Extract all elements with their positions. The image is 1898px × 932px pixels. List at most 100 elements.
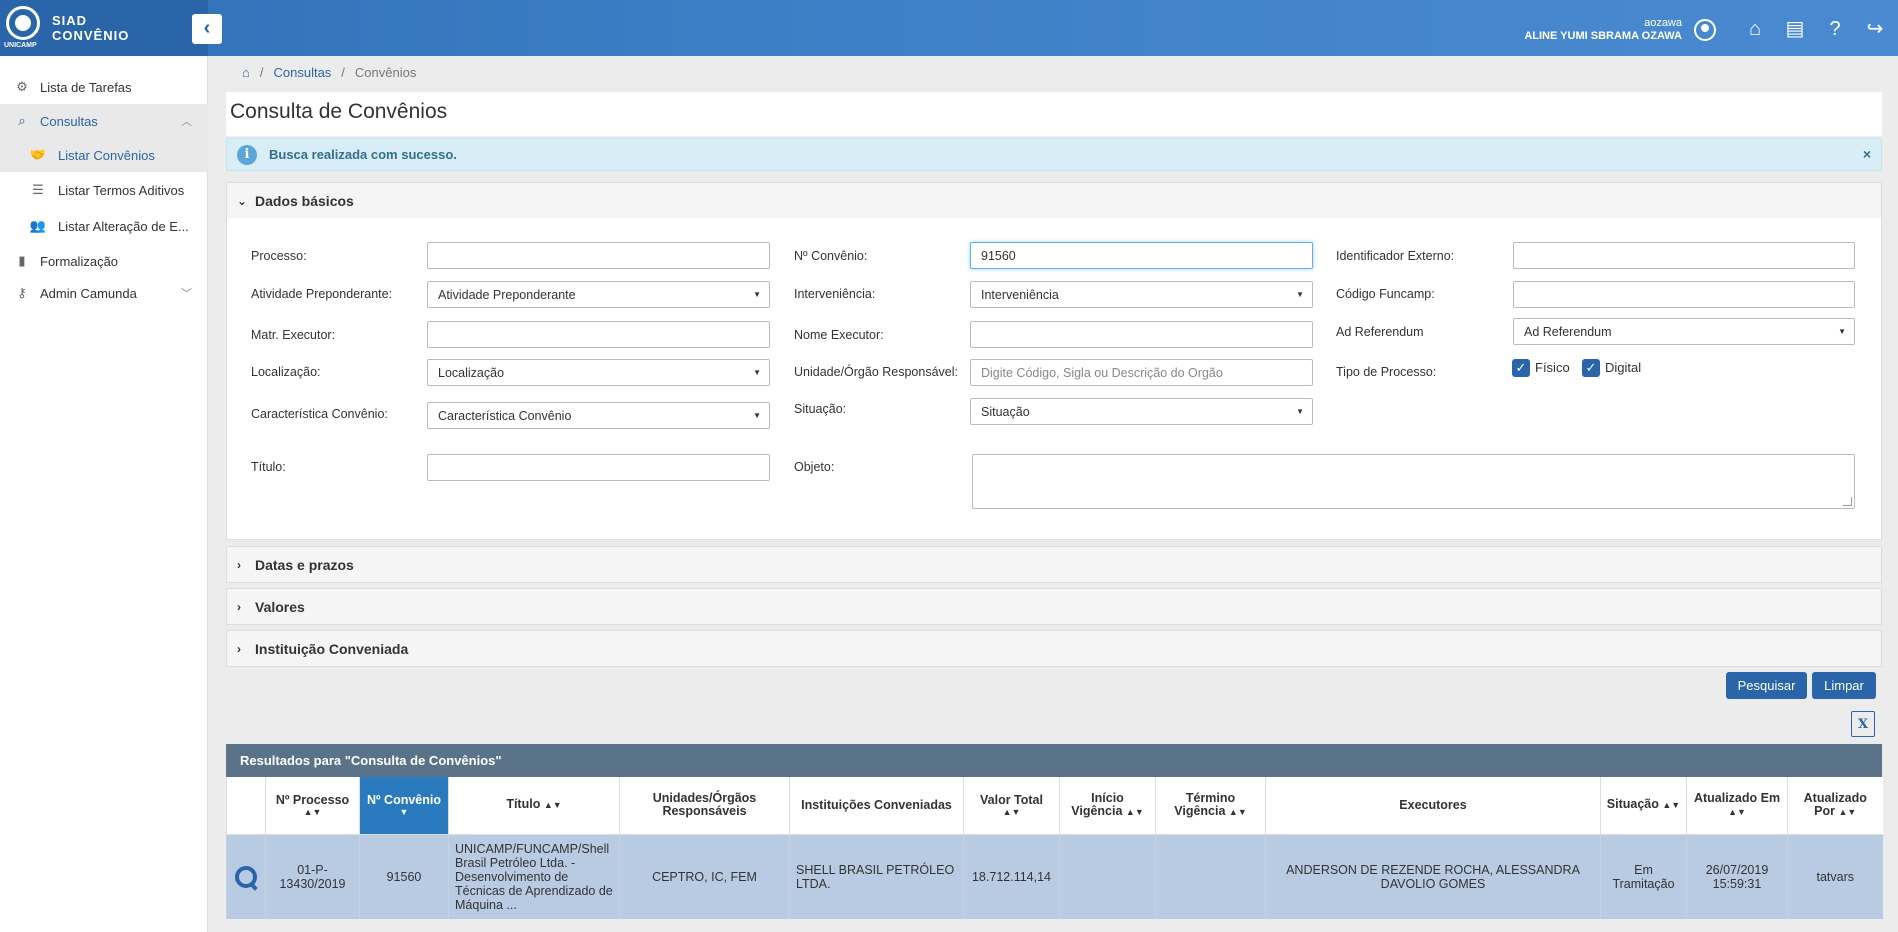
panel-header-dados-basicos[interactable]: ⌄ Dados básicos: [227, 183, 1881, 218]
sort-icon: ▲▼: [1662, 800, 1681, 811]
sidebar-item-label: Formalização: [40, 253, 119, 269]
home-icon[interactable]: ⌂: [1742, 18, 1768, 40]
sidebar-item-consultas[interactable]: ⌕ Consultas ︿: [0, 104, 208, 138]
panel-title: Datas e prazos: [255, 556, 354, 573]
sidebar-item-listar-convenios[interactable]: 🤝 Listar Convênios: [0, 138, 208, 172]
search-icon[interactable]: [233, 864, 259, 890]
panel-valores[interactable]: › Valores: [226, 588, 1882, 625]
sidebar: ⚙ Lista de Tarefas ⌕ Consultas ︿ 🤝 Lista…: [0, 56, 208, 932]
label-ad-referendum: Ad Referendum: [1336, 325, 1424, 339]
header-situacao[interactable]: Situação ▲▼: [1600, 777, 1687, 835]
close-icon[interactable]: ×: [1863, 146, 1871, 162]
header-titulo[interactable]: Título ▲▼: [448, 777, 620, 835]
breadcrumb-consultas[interactable]: Consultas: [273, 65, 331, 80]
chevron-right-icon: ›: [237, 641, 241, 656]
cell-instituicoes: SHELL BRASIL PETRÓLEO LTDA.: [789, 834, 964, 919]
book-icon: ▮: [18, 253, 26, 268]
limpar-button[interactable]: Limpar: [1812, 672, 1876, 699]
cell-valor: 18.712.114,14: [963, 834, 1060, 919]
brand-small: UNICAMP: [4, 42, 37, 49]
sort-icon: ▲▼: [303, 806, 322, 817]
header-processo[interactable]: Nº Processo ▲▼: [265, 777, 360, 835]
search-icon: ⌕: [18, 113, 26, 128]
brand-title: SIAD CONVÊNIO: [52, 13, 129, 43]
label-matr-executor: Matr. Executor:: [251, 328, 336, 342]
matr-executor-input[interactable]: [427, 321, 770, 348]
header-inicio[interactable]: Início Vigência ▲▼: [1059, 777, 1156, 835]
header-valor[interactable]: Valor Total ▲▼: [963, 777, 1060, 835]
header-termino[interactable]: Término Vigência ▲▼: [1155, 777, 1266, 835]
home-icon[interactable]: ⌂: [242, 65, 250, 80]
user-info: aozawa ALINE YUMI SBRAMA OZAWA: [1524, 17, 1682, 43]
processo-input[interactable]: [427, 242, 770, 269]
sidebar-item-label: Lista de Tarefas: [40, 79, 132, 95]
header-convenio[interactable]: Nº Convênio ▼: [359, 777, 449, 835]
identificador-externo-input[interactable]: [1513, 242, 1855, 269]
panel-title: Dados básicos: [255, 192, 354, 209]
sidebar-item-lista-tarefas[interactable]: ⚙ Lista de Tarefas: [0, 70, 208, 104]
header-unidades: Unidades/Órgãos Responsáveis: [619, 777, 790, 835]
chevron-right-icon: ›: [237, 557, 241, 572]
titulo-input[interactable]: [427, 454, 770, 481]
label-caracteristica: Característica Convênio:: [251, 407, 388, 421]
cell-unidades: CEPTRO, IC, FEM: [619, 834, 790, 919]
localizacao-select[interactable]: Localização: [427, 359, 770, 386]
situacao-select[interactable]: Situação: [970, 398, 1313, 425]
excel-export-icon[interactable]: X: [1851, 711, 1875, 737]
sidebar-item-admin-camunda[interactable]: ⚷ Admin Camunda ﹀: [0, 276, 208, 310]
digital-checkbox[interactable]: ✓: [1582, 359, 1600, 377]
user-profile-icon[interactable]: [1694, 19, 1716, 41]
panel-header-instituicao[interactable]: › Instituição Conveniada: [227, 631, 1881, 666]
pesquisar-button[interactable]: Pesquisar: [1726, 672, 1807, 699]
help-icon[interactable]: ?: [1822, 18, 1848, 40]
page-title-bar: Consulta de Convênios: [226, 92, 1882, 136]
panel-header-valores[interactable]: › Valores: [227, 589, 1881, 624]
cell-processo: 01-P-13430/2019: [265, 834, 360, 919]
table-row[interactable]: 01-P-13430/2019 91560 UNICAMP/FUNCAMP/Sh…: [226, 834, 1883, 919]
cell-atualizado-por: tatvars: [1787, 834, 1883, 919]
success-alert: i Busca realizada com sucesso. ×: [226, 138, 1882, 171]
cell-situacao: Em Tramitação: [1600, 834, 1687, 919]
sidebar-item-label: Admin Camunda: [40, 285, 137, 301]
user-fullname: ALINE YUMI SBRAMA OZAWA: [1524, 30, 1682, 42]
sort-icon: ▲▼: [543, 800, 562, 811]
brand-top: SIAD: [52, 13, 88, 28]
unidade-orgao-input[interactable]: Digite Código, Sigla ou Descrição do Org…: [970, 359, 1313, 386]
n-convenio-input[interactable]: 91560: [970, 242, 1313, 269]
sort-icon: ▲▼: [1838, 806, 1857, 817]
panel-datas-prazos[interactable]: › Datas e prazos: [226, 546, 1882, 583]
label-tipo-processo: Tipo de Processo:: [1336, 365, 1437, 379]
interveniencia-select[interactable]: Interveniência: [970, 281, 1313, 308]
ad-referendum-select[interactable]: Ad Referendum: [1513, 318, 1855, 345]
objeto-textarea[interactable]: [972, 454, 1855, 509]
book-icon[interactable]: ▤: [1782, 18, 1808, 40]
panel-instituicao[interactable]: › Instituição Conveniada: [226, 630, 1882, 667]
sidebar-item-label: Listar Termos Aditivos: [58, 182, 185, 198]
fisico-checkbox[interactable]: ✓: [1512, 359, 1530, 377]
cell-inicio: [1059, 834, 1156, 919]
table-header-row: Nº Processo ▲▼ Nº Convênio ▼ Título ▲▼ Uni…: [226, 777, 1883, 835]
cell-atualizado-em: 26/07/2019 15:59:31: [1686, 834, 1788, 919]
label-n-convenio: Nº Convênio:: [794, 249, 868, 263]
header-atualizado-por[interactable]: Atualizado Por ▲▼: [1787, 777, 1883, 835]
logout-icon[interactable]: ↪: [1862, 18, 1888, 40]
label-unidade: Unidade/Órgão Responsável:: [794, 365, 958, 379]
view-cell[interactable]: [226, 834, 266, 919]
atividade-select[interactable]: Atividade Preponderante: [427, 281, 770, 308]
sort-icon: ▲▼: [1002, 806, 1021, 817]
sidebar-item-listar-alteracao[interactable]: 👥 Listar Alteração de E...: [0, 209, 208, 243]
panel-title: Valores: [255, 598, 305, 615]
sidebar-item-formalizacao[interactable]: ▮ Formalização: [0, 244, 208, 278]
sidebar-item-label: Consultas: [40, 113, 98, 129]
results-table: Nº Processo ▲▼ Nº Convênio ▼ Título ▲▼ Uni…: [226, 777, 1883, 919]
sidebar-toggle-button[interactable]: ‹: [192, 14, 222, 44]
nome-executor-input[interactable]: [970, 321, 1313, 348]
panel-header-datas[interactable]: › Datas e prazos: [227, 547, 1881, 582]
label-identificador: Identificador Externo:: [1336, 249, 1455, 263]
header-atualizado-em[interactable]: Atualizado Em ▲▼: [1686, 777, 1788, 835]
sidebar-item-listar-termos[interactable]: ☰ Listar Termos Aditivos: [0, 173, 208, 207]
header-executores: Executores: [1265, 777, 1601, 835]
brand[interactable]: UNICAMP SIAD CONVÊNIO: [0, 0, 208, 56]
caracteristica-select[interactable]: Característica Convênio: [427, 402, 770, 429]
codigo-funcamp-input[interactable]: [1513, 281, 1855, 308]
